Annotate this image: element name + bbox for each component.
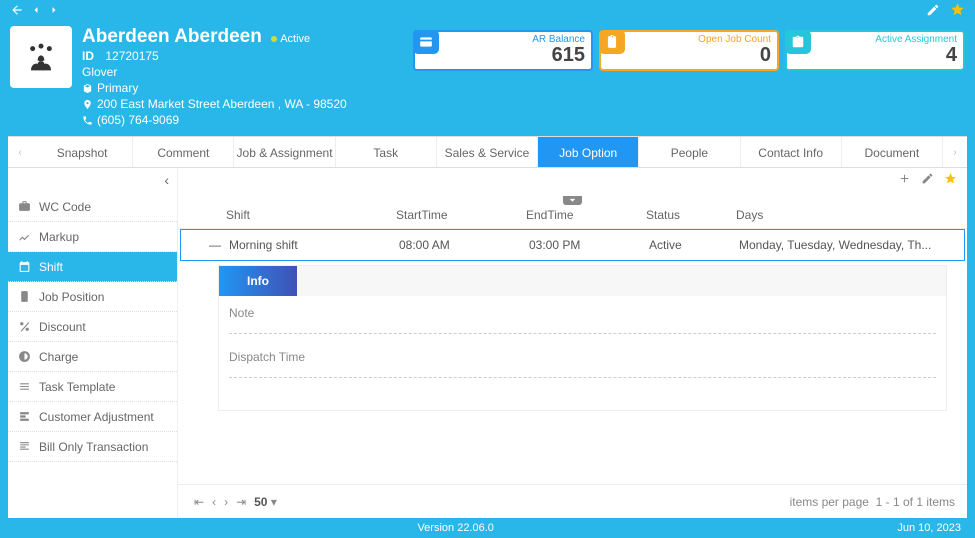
pager-next[interactable]: ›	[220, 495, 232, 509]
company-phone: (605) 764-9069	[82, 112, 403, 128]
collapse-row-icon[interactable]: —	[201, 238, 229, 252]
sidebar-item-customer-adjustment[interactable]: Customer Adjustment	[8, 402, 177, 432]
pager-first[interactable]: ⇤	[190, 495, 208, 509]
detail-tab-info[interactable]: Info	[219, 266, 297, 296]
company-address: 200 East Market Street Aberdeen , WA - 9…	[82, 96, 403, 112]
sidebar-item-discount[interactable]: Discount	[8, 312, 177, 342]
company-industry: Glover	[82, 64, 403, 80]
col-status[interactable]: Status	[646, 208, 736, 222]
sidebar-item-task-template[interactable]: Task Template	[8, 372, 177, 402]
clipboard-icon	[18, 290, 31, 303]
tab-comment[interactable]: Comment	[133, 137, 234, 167]
favorite-header-icon[interactable]	[950, 2, 965, 20]
grid-header: Shift StartTime EndTime Status Days	[178, 202, 967, 229]
calendar-icon	[18, 260, 31, 273]
pager-prev[interactable]: ‹	[208, 495, 220, 509]
kpi-active-assignment[interactable]: Active Assignment 4	[785, 30, 965, 71]
tab-job-assignment[interactable]: Job & Assignment	[234, 137, 335, 167]
company-name: Aberdeen Aberdeen	[82, 26, 262, 48]
tabs-scroll-right[interactable]: ›	[943, 137, 967, 167]
add-icon[interactable]	[898, 172, 911, 188]
dispatch-label: Dispatch Time	[229, 350, 305, 364]
sidenav: ‹ WC CodeMarkupShiftJob PositionDiscount…	[8, 168, 178, 518]
tab-contact-info[interactable]: Contact Info	[741, 137, 842, 167]
kpi-open-jobs[interactable]: Open Job Count 0	[599, 30, 779, 71]
sidebar-item-job-position[interactable]: Job Position	[8, 282, 177, 312]
sidebar-item-charge[interactable]: Charge	[8, 342, 177, 372]
row-detail: Info Note Dispatch Time	[218, 265, 947, 411]
bill-icon	[18, 440, 31, 453]
main-tabs: ‹ SnapshotCommentJob & AssignmentTaskSal…	[8, 136, 967, 168]
percent-icon	[18, 320, 31, 333]
edit-header-icon[interactable]	[926, 3, 940, 20]
col-end[interactable]: EndTime	[526, 208, 646, 222]
chart-icon	[18, 230, 31, 243]
sidebar-item-bill-only-transaction[interactable]: Bill Only Transaction	[8, 432, 177, 462]
note-label: Note	[229, 306, 254, 320]
prev-icon[interactable]	[30, 4, 42, 19]
sidebar-item-markup[interactable]: Markup	[8, 222, 177, 252]
pager: ⇤ ‹ › ⇥ 50 ▾ items per page 1 - 1 of 1 i…	[178, 484, 967, 518]
tab-sales-service[interactable]: Sales & Service	[437, 137, 538, 167]
sidenav-collapse[interactable]: ‹	[8, 168, 177, 192]
tab-job-option[interactable]: Job Option	[538, 137, 639, 167]
kpi-ar-balance[interactable]: AR Balance 615	[413, 30, 593, 71]
company-type: Primary	[82, 80, 403, 96]
cadj-icon	[18, 410, 31, 423]
version-label: Version 22.06.0	[14, 522, 897, 534]
col-shift[interactable]: Shift	[226, 208, 396, 222]
tab-people[interactable]: People	[639, 137, 740, 167]
edit-icon[interactable]	[921, 172, 934, 188]
panel-grip[interactable]	[178, 192, 967, 202]
note-input[interactable]	[229, 320, 936, 334]
favorite-icon[interactable]	[944, 172, 957, 188]
sidebar-item-shift[interactable]: Shift	[8, 252, 177, 282]
dispatch-input[interactable]	[229, 364, 936, 378]
tab-task[interactable]: Task	[336, 137, 437, 167]
status-badge: Active	[271, 33, 310, 45]
company-logo	[10, 26, 72, 88]
pager-last[interactable]: ⇥	[232, 495, 250, 509]
page-size[interactable]: 50	[254, 495, 267, 509]
tab-snapshot[interactable]: Snapshot	[32, 137, 133, 167]
footer-date: Jun 10, 2023	[897, 522, 961, 534]
sidebar-item-wc-code[interactable]: WC Code	[8, 192, 177, 222]
tab-document[interactable]: Document	[842, 137, 943, 167]
table-row[interactable]: — Morning shift 08:00 AM 03:00 PM Active…	[180, 229, 965, 261]
pager-info: items per page 1 - 1 of 1 items	[790, 495, 955, 509]
next-icon[interactable]	[48, 4, 60, 19]
briefcase-icon	[18, 200, 31, 213]
card-icon	[413, 30, 439, 54]
back-icon[interactable]	[10, 3, 24, 20]
tabs-scroll-left[interactable]: ‹	[8, 137, 32, 167]
clipboard-icon	[599, 30, 625, 54]
col-start[interactable]: StartTime	[396, 208, 526, 222]
company-id: ID 12720175	[82, 48, 403, 64]
assignment-icon	[785, 30, 811, 54]
col-days[interactable]: Days	[736, 208, 947, 222]
list-icon	[18, 380, 31, 393]
coin-icon	[18, 350, 31, 363]
